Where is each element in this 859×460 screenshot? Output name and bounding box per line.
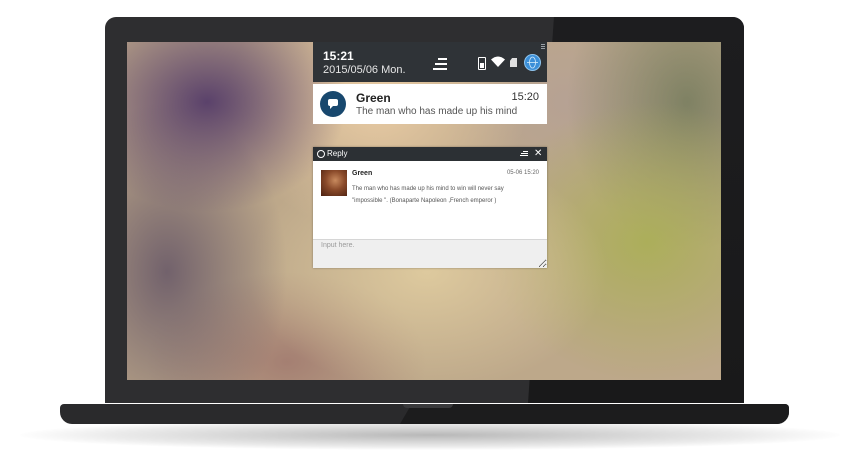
- globe-icon[interactable]: [524, 54, 541, 71]
- reply-title: Reply: [327, 149, 348, 158]
- minimize-icon[interactable]: [520, 151, 528, 157]
- battery-icon: [478, 57, 486, 70]
- reply-title-bar[interactable]: Reply ✕: [313, 147, 547, 161]
- wifi-icon: [491, 56, 505, 67]
- reply-timestamp: 05-06 15:20: [506, 170, 539, 176]
- reply-input[interactable]: [313, 239, 547, 268]
- chat-bubble-icon: [320, 91, 346, 117]
- status-time: 15:21: [323, 49, 354, 63]
- notification-sender: Green: [356, 91, 391, 105]
- notification-time: 15:20: [511, 91, 539, 103]
- close-icon[interactable]: ✕: [534, 148, 542, 160]
- status-panel: 15:21 2015/05/06 Mon.: [313, 42, 547, 82]
- drag-handle[interactable]: [541, 44, 545, 49]
- app-logo-icon: [317, 150, 325, 158]
- avatar: [321, 170, 347, 196]
- reply-window: Reply ✕ Green 05-06 15:20 The man who ha…: [313, 147, 547, 268]
- laptop-shadow: [20, 420, 840, 450]
- notification-card[interactable]: Green 15:20 The man who has made up his …: [313, 84, 547, 124]
- laptop-hinge-notch: [403, 404, 453, 408]
- status-date: 2015/05/06 Mon.: [323, 64, 406, 76]
- notification-message: The man who has made up his mind: [356, 106, 518, 117]
- sd-card-icon: [510, 58, 517, 67]
- menu-icon[interactable]: [433, 58, 447, 70]
- reply-sender: Green: [352, 170, 373, 177]
- reply-message: The man who has made up his mind to win …: [352, 186, 504, 204]
- desktop-screen: 15:21 2015/05/06 Mon. Green 15:20 The ma…: [127, 42, 721, 380]
- laptop-base-reflection: [400, 404, 789, 424]
